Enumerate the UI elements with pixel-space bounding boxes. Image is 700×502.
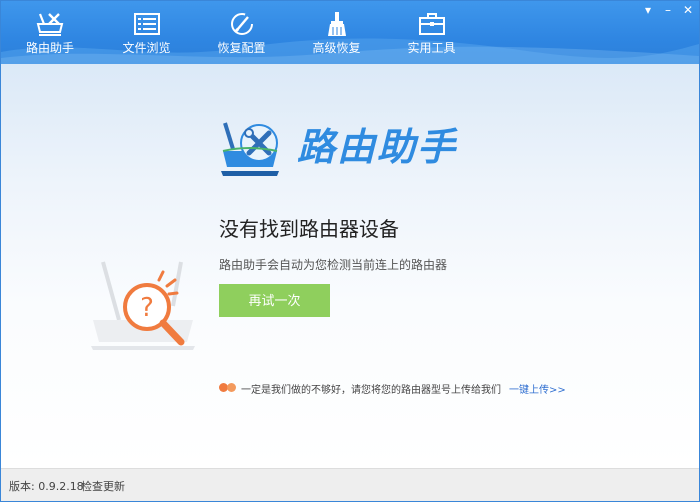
feedback-text: 一定是我们做的不够好，请您将您的路由器型号上传给我们: [241, 384, 501, 396]
feedback-emoji-icon: [219, 382, 237, 394]
nav-label: 路由助手: [25, 41, 74, 55]
nav-item-router-helper[interactable]: 路由助手: [1, 1, 99, 64]
upload-link[interactable]: 一键上传>>: [509, 381, 566, 396]
main-content: 路由助手 ? 没有找到路由器设备 路由助手会自动为您检测当前连上的路由器 再试一…: [1, 64, 699, 468]
nav-item-file-browse[interactable]: 文件浏览: [99, 1, 194, 64]
feedback-row: 一定是我们做的不够好，请您将您的路由器型号上传给我们 一键上传>>: [219, 380, 566, 396]
nav-label: 实用工具: [407, 41, 456, 55]
broom-icon: [327, 12, 346, 36]
file-list-icon: [133, 13, 160, 35]
top-toolbar: 路由助手 文件浏览 恢复配置 高级恢复 实用工具 ▾ – ✕: [1, 1, 699, 64]
logo-text: 路由助手: [297, 125, 458, 169]
nav-label: 文件浏览: [122, 41, 171, 55]
svg-text:?: ?: [140, 293, 154, 323]
router-tools-icon: [36, 13, 64, 36]
nav-item-tools[interactable]: 实用工具: [384, 1, 479, 64]
nav-label: 高级恢复: [312, 41, 361, 55]
close-button[interactable]: ✕: [681, 3, 695, 17]
status-bar: 版本: 0.9.2.18 检查更新: [1, 468, 699, 501]
no-device-title: 没有找到路由器设备: [219, 217, 399, 241]
restore-config-icon: [230, 13, 253, 35]
minimize-button[interactable]: –: [661, 3, 675, 17]
nav-item-advanced-restore[interactable]: 高级恢复: [289, 1, 384, 64]
main-nav: 路由助手 文件浏览 恢复配置 高级恢复 实用工具: [1, 1, 479, 64]
router-helper-logo-icon: [221, 122, 279, 176]
retry-button[interactable]: 再试一次: [219, 284, 330, 317]
window-controls: ▾ – ✕: [641, 3, 695, 17]
check-update-link[interactable]: 检查更新: [81, 480, 125, 494]
version-label: 版本: 0.9.2.18: [9, 480, 84, 493]
no-device-description: 路由助手会自动为您检测当前连上的路由器: [219, 258, 448, 272]
menu-dropdown-icon[interactable]: ▾: [641, 3, 655, 17]
nav-label: 恢复配置: [217, 41, 266, 55]
toolbox-icon: [418, 13, 445, 35]
router-not-found-illustration-icon: ?: [91, 261, 195, 350]
app-window: 路由助手 文件浏览 恢复配置 高级恢复 实用工具 ▾ – ✕ 路由助手 ? 没有…: [0, 0, 700, 502]
nav-item-restore-config[interactable]: 恢复配置: [194, 1, 289, 64]
